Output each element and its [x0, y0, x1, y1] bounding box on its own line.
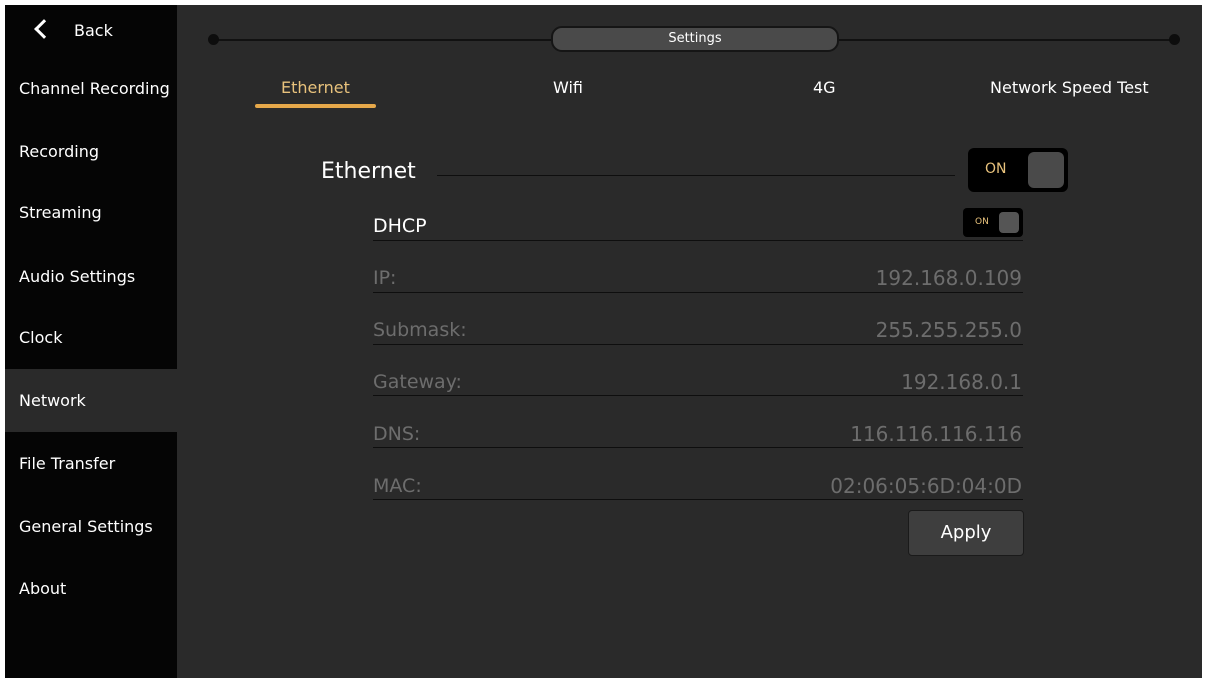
ethernet-toggle[interactable]: ON	[968, 148, 1068, 192]
toggle-state-label: ON	[985, 161, 1007, 177]
dns-underline	[373, 447, 1023, 448]
sidebar-item-streaming[interactable]: Streaming	[5, 181, 177, 244]
sidebar-item-label: Clock	[19, 328, 63, 347]
section-divider	[437, 175, 955, 176]
title-bar-dot-left	[208, 34, 219, 45]
ip-label: IP:	[373, 267, 397, 289]
sidebar-item-label: Streaming	[19, 203, 102, 222]
tab-network-speed-test[interactable]: Network Speed Test	[990, 78, 1149, 97]
sidebar-item-label: Channel Recording	[19, 79, 170, 98]
sidebar-item-general-settings[interactable]: General Settings	[5, 495, 177, 558]
sidebar-item-channel-recording[interactable]: Channel Recording	[5, 57, 177, 120]
sidebar-item-network[interactable]: Network	[5, 369, 177, 432]
sidebar-item-label: Audio Settings	[19, 267, 136, 286]
sidebar-item-label: Recording	[19, 142, 100, 161]
mac-value: 02:06:05:6D:04:0D	[830, 474, 1022, 498]
sidebar-item-label: General Settings	[19, 517, 153, 536]
sidebar-item-audio-settings[interactable]: Audio Settings	[5, 245, 177, 308]
sidebar-item-label: File Transfer	[19, 454, 116, 473]
sidebar-item-file-transfer[interactable]: File Transfer	[5, 432, 177, 495]
sidebar-item-recording[interactable]: Recording	[5, 120, 177, 183]
ip-field[interactable]: 192.168.0.109	[876, 266, 1022, 290]
sidebar-item-about[interactable]: About	[5, 557, 177, 620]
sidebar: Back Channel Recording Recording Streami…	[5, 5, 177, 678]
toggle-state-label: ON	[975, 217, 989, 227]
apply-button[interactable]: Apply	[908, 510, 1024, 556]
chevron-left-icon	[34, 19, 54, 39]
gateway-underline	[373, 395, 1023, 396]
sidebar-item-label: Network	[19, 391, 86, 410]
ethernet-section-title: Ethernet	[321, 159, 416, 184]
dhcp-toggle[interactable]: ON	[963, 208, 1023, 237]
title-bar-dot-right	[1169, 34, 1180, 45]
back-button[interactable]: Back	[5, 5, 177, 59]
dns-field[interactable]: 116.116.116.116	[850, 422, 1022, 446]
mac-underline	[373, 499, 1023, 500]
page-title: Settings	[551, 26, 839, 52]
sidebar-item-label: About	[19, 579, 67, 598]
tab-wifi[interactable]: Wifi	[553, 78, 583, 97]
gateway-field[interactable]: 192.168.0.1	[901, 370, 1022, 394]
dhcp-divider	[373, 240, 1023, 241]
gateway-label: Gateway:	[373, 371, 462, 393]
dns-label: DNS:	[373, 423, 421, 445]
submask-field[interactable]: 255.255.255.0	[876, 318, 1022, 342]
mac-label: MAC:	[373, 475, 422, 497]
settings-screen: Back Channel Recording Recording Streami…	[5, 5, 1202, 678]
submask-label: Submask:	[373, 319, 467, 341]
ip-underline	[373, 292, 1023, 293]
toggle-knob	[1028, 152, 1064, 188]
active-tab-indicator	[255, 104, 376, 108]
submask-underline	[373, 344, 1023, 345]
toggle-knob	[999, 212, 1019, 233]
tab-ethernet[interactable]: Ethernet	[281, 78, 350, 97]
sidebar-item-clock[interactable]: Clock	[5, 306, 177, 369]
back-label: Back	[74, 21, 113, 40]
tab-4g[interactable]: 4G	[813, 78, 836, 97]
dhcp-label: DHCP	[373, 215, 427, 237]
